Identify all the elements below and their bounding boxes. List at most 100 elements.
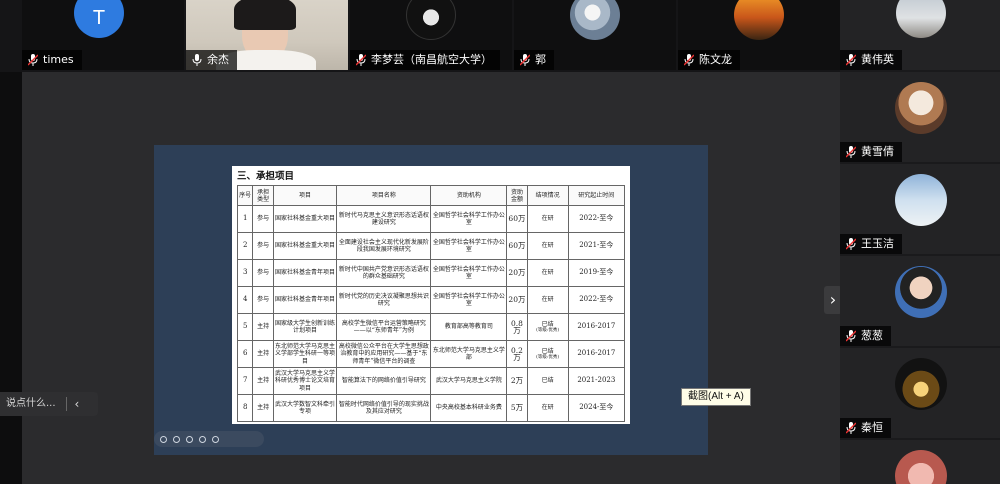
participant-name: 余杰 [207, 53, 229, 66]
cell-role: 参与 [252, 286, 274, 314]
participant-tile-active[interactable]: 余杰 [186, 0, 348, 70]
cell-amount-text: 5万 [510, 403, 524, 413]
participant-tile[interactable]: 黄雪倩 [840, 72, 1000, 162]
cell-project: 武汉大学马克思主义学科研优秀博士论文培育项目 [272, 367, 338, 395]
cell-amount-text: 60万 [508, 241, 526, 251]
cell-period: 2019-至今 [567, 259, 626, 287]
participant-name: 郭 [535, 53, 546, 66]
participant-tile[interactable]: T times [22, 0, 184, 70]
avatar [895, 174, 947, 226]
col-funder: 资助机构 [430, 185, 508, 206]
cell-period-text: 2021-至今 [579, 241, 614, 250]
cell-period: 2022-至今 [567, 286, 626, 314]
cell-amount: 5万 [506, 394, 528, 422]
cell-no: 2 [236, 232, 254, 260]
cell-period: 2021-2023 [567, 367, 626, 395]
table-row: 5 主持 国家级大学生创新训练计划项目 高校学生微信平台运营策略研究——以“东师青年”… [236, 313, 626, 341]
cell-role: 参与 [252, 205, 274, 233]
participant-name: 秦恒 [861, 421, 883, 434]
zoom-in-icon[interactable] [173, 435, 180, 443]
cell-funder-text: 全国哲学社会科学工作办公室 [432, 292, 505, 308]
cell-role: 主持 [252, 367, 274, 395]
participant-tile[interactable]: 秦恒 [840, 348, 1000, 438]
cell-name-text: 新时代马克思主义意识形态话语权建设研究 [338, 211, 429, 227]
cell-funder: 东北师范大学马克思主义学部 [430, 340, 508, 368]
cell-project-text: 国家社科基金重大项目 [275, 242, 336, 250]
pen-icon[interactable] [186, 435, 193, 443]
cell-name: 智能算法下的网络价值引导研究 [336, 367, 432, 395]
cell-project-text: 国家社科基金青年项目 [275, 296, 336, 304]
participant-name: 葱葱 [861, 329, 883, 342]
meeting-window: T times 余杰 李梦芸（南昌航空大学） 郭 陈文龙 三、承担项目 序号 承… [0, 0, 1000, 484]
cell-funder-text: 中央高校基本科研业务费 [435, 404, 502, 412]
col-amount: 资助金额 [506, 185, 528, 206]
eraser-icon[interactable] [199, 435, 206, 443]
participant-tile[interactable]: 黄伟英 [840, 0, 1000, 70]
cell-name-text: 高校微信公众平台在大学生思想政治教育中的应用研究——基于“东师青年”微信平台的调… [338, 342, 429, 365]
cell-no: 4 [236, 286, 254, 314]
zoom-out-icon[interactable] [160, 435, 167, 443]
cell-name: 高校学生微信平台运营策略研究——以“东师青年”为例 [336, 313, 432, 341]
cell-status: 已结 (等级:优秀) [526, 313, 569, 341]
cell-funder: 全国哲学社会科学工作办公室 [430, 259, 508, 287]
participant-tile[interactable]: 王玉洁 [840, 164, 1000, 254]
participant-tile[interactable]: 李梦芸（南昌航空大学） [350, 0, 512, 70]
col-status: 结项情况 [526, 185, 569, 206]
avatar [895, 82, 947, 134]
cell-funder: 全国哲学社会科学工作办公室 [430, 286, 508, 314]
cell-role-text: 主持 [257, 350, 270, 358]
chat-input[interactable]: 说点什么... ‹ [0, 392, 98, 416]
cell-no: 1 [236, 205, 254, 233]
cell-status-text: 在研 [541, 269, 554, 277]
cell-funder-text: 东北师范大学马克思主义学部 [432, 346, 505, 362]
cell-period-text: 2021-2023 [577, 376, 616, 385]
section-title: 三、承担项目 [237, 171, 295, 182]
participant-nameplate: 葱葱 [840, 326, 891, 346]
cell-funder: 全国哲学社会科学工作办公室 [430, 232, 508, 260]
cell-funder-text: 全国哲学社会科学工作办公室 [432, 211, 505, 227]
cell-period-text: 2022-至今 [579, 214, 614, 223]
chevron-left-icon[interactable]: ‹ [75, 392, 80, 416]
cell-no-text: 4 [242, 295, 248, 304]
participant-nameplate: 秦恒 [840, 418, 891, 438]
mic-icon [356, 54, 366, 66]
participant-nameplate: 王玉洁 [840, 234, 902, 254]
cell-period: 2016-2017 [567, 340, 626, 368]
cell-no-text: 5 [242, 322, 248, 331]
status-note: (等级:优秀) [536, 355, 560, 361]
mic-icon [846, 422, 856, 434]
participant-tile[interactable]: 陈文龙 [678, 0, 840, 70]
cell-funder-text: 全国哲学社会科学工作办公室 [432, 265, 505, 281]
chat-placeholder: 说点什么... [6, 398, 56, 409]
cell-name: 新时代党的历史决议凝聚思想共识研究 [336, 286, 432, 314]
cell-name: 全面建设社会主义现代化新发展阶段我国发展环境研究 [336, 232, 432, 260]
status-note: (等级:优秀) [536, 328, 560, 334]
table-row: 7 主持 武汉大学马克思主义学科研优秀博士论文培育项目 智能算法下的网络价值引导研究 武… [236, 367, 626, 395]
person-hair [234, 0, 296, 30]
table-row: 2 参与 国家社科基金重大项目 全面建设社会主义现代化新发展阶段我国发展环境研究 全国哲… [236, 232, 626, 260]
clear-icon[interactable] [212, 435, 219, 443]
participant-nameplate: 余杰 [186, 50, 237, 70]
cell-amount: 2万 [506, 367, 528, 395]
cell-status: 在研 [526, 286, 569, 314]
cell-name-text: 高校学生微信平台运营策略研究——以“东师青年”为例 [341, 319, 426, 335]
cell-role-text: 主持 [257, 377, 270, 385]
cell-role: 主持 [252, 394, 274, 422]
cell-project: 国家社科基金重大项目 [272, 205, 338, 233]
participant-tile[interactable]: 葱葱 [840, 256, 1000, 346]
cell-amount-text: 0.8万 [510, 318, 523, 335]
cell-period-text: 2016-2017 [577, 349, 616, 358]
screenshot-tooltip: 截图(Alt + A) [681, 388, 751, 406]
cell-role: 参与 [252, 232, 274, 260]
avatar [895, 450, 947, 484]
share-toolbar[interactable] [154, 431, 264, 447]
participant-name: times [43, 53, 74, 66]
avatar [896, 0, 946, 38]
cell-project: 东北师范大学马克思主义学部学生科研一等项目 [272, 340, 338, 368]
mic-icon [28, 54, 38, 66]
cell-role: 主持 [252, 340, 274, 368]
participant-tile[interactable]: 郭 [514, 0, 676, 70]
participant-tile[interactable] [840, 440, 1000, 484]
table-row: 6 主持 东北师范大学马克思主义学部学生科研一等项目 高校微信公众平台在大学生思想政治… [236, 340, 626, 368]
participant-nameplate: times [22, 50, 82, 70]
